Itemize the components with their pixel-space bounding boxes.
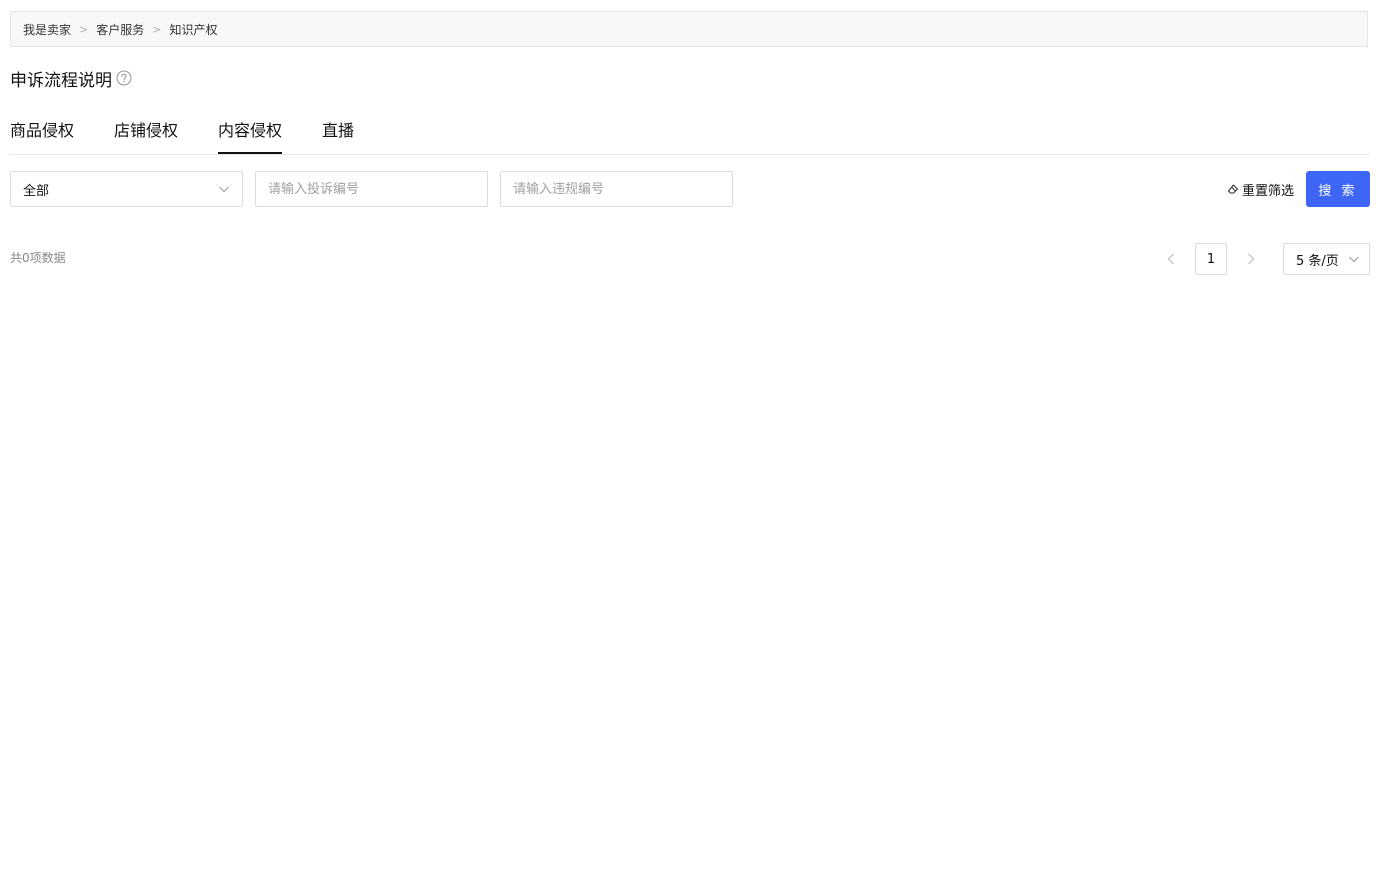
page-size-value: 5 条/页 [1296, 253, 1339, 269]
violation-number-input[interactable] [513, 181, 720, 197]
reset-filters-button[interactable]: 重置筛选 [1227, 180, 1294, 199]
tab-product-infringement[interactable]: 商品侵权 [10, 114, 74, 154]
chevron-down-icon [218, 183, 230, 195]
search-button[interactable]: 搜 索 [1306, 171, 1370, 207]
help-icon[interactable] [116, 70, 132, 86]
breadcrumb-item-ip: 知识产权 [169, 22, 218, 37]
breadcrumb-item-seller[interactable]: 我是卖家 [23, 21, 71, 38]
total-count: 共0项数据 [10, 251, 66, 265]
page-size-select[interactable]: 5 条/页 [1283, 243, 1370, 275]
breadcrumb-separator: > [152, 22, 162, 36]
status-select-value: 全部 [23, 183, 50, 199]
complaint-number-input[interactable] [268, 181, 475, 197]
page-number[interactable]: 1 [1195, 243, 1227, 275]
chevron-right-icon[interactable] [1245, 251, 1257, 265]
chevron-down-icon [1348, 253, 1360, 265]
chevron-left-icon[interactable] [1165, 251, 1177, 265]
tab-store-infringement[interactable]: 店铺侵权 [114, 114, 178, 154]
tab-content-infringement[interactable]: 内容侵权 [218, 114, 283, 154]
breadcrumb-item-customer-service[interactable]: 客户服务 [96, 21, 144, 38]
tab-bar: 商品侵权 店铺侵权 内容侵权 直播 [10, 114, 1370, 155]
violation-number-field [500, 171, 733, 207]
breadcrumb-separator: > [79, 22, 89, 36]
eraser-icon [1227, 183, 1239, 195]
reset-filters-label: 重置筛选 [1241, 183, 1294, 199]
complaint-number-field [255, 171, 488, 207]
status-select[interactable]: 全部 [10, 171, 243, 207]
breadcrumb: 我是卖家 > 客户服务 > 知识产权 [10, 11, 1368, 47]
ip-complaints-page: 我是卖家 > 客户服务 > 知识产权 申诉流程说明 商品侵权 店铺侵权 内容侵权… [0, 0, 1376, 872]
title-row: 申诉流程说明 [10, 66, 132, 91]
tab-live-stream[interactable]: 直播 [322, 114, 354, 154]
page-title: 申诉流程说明 [10, 70, 112, 91]
